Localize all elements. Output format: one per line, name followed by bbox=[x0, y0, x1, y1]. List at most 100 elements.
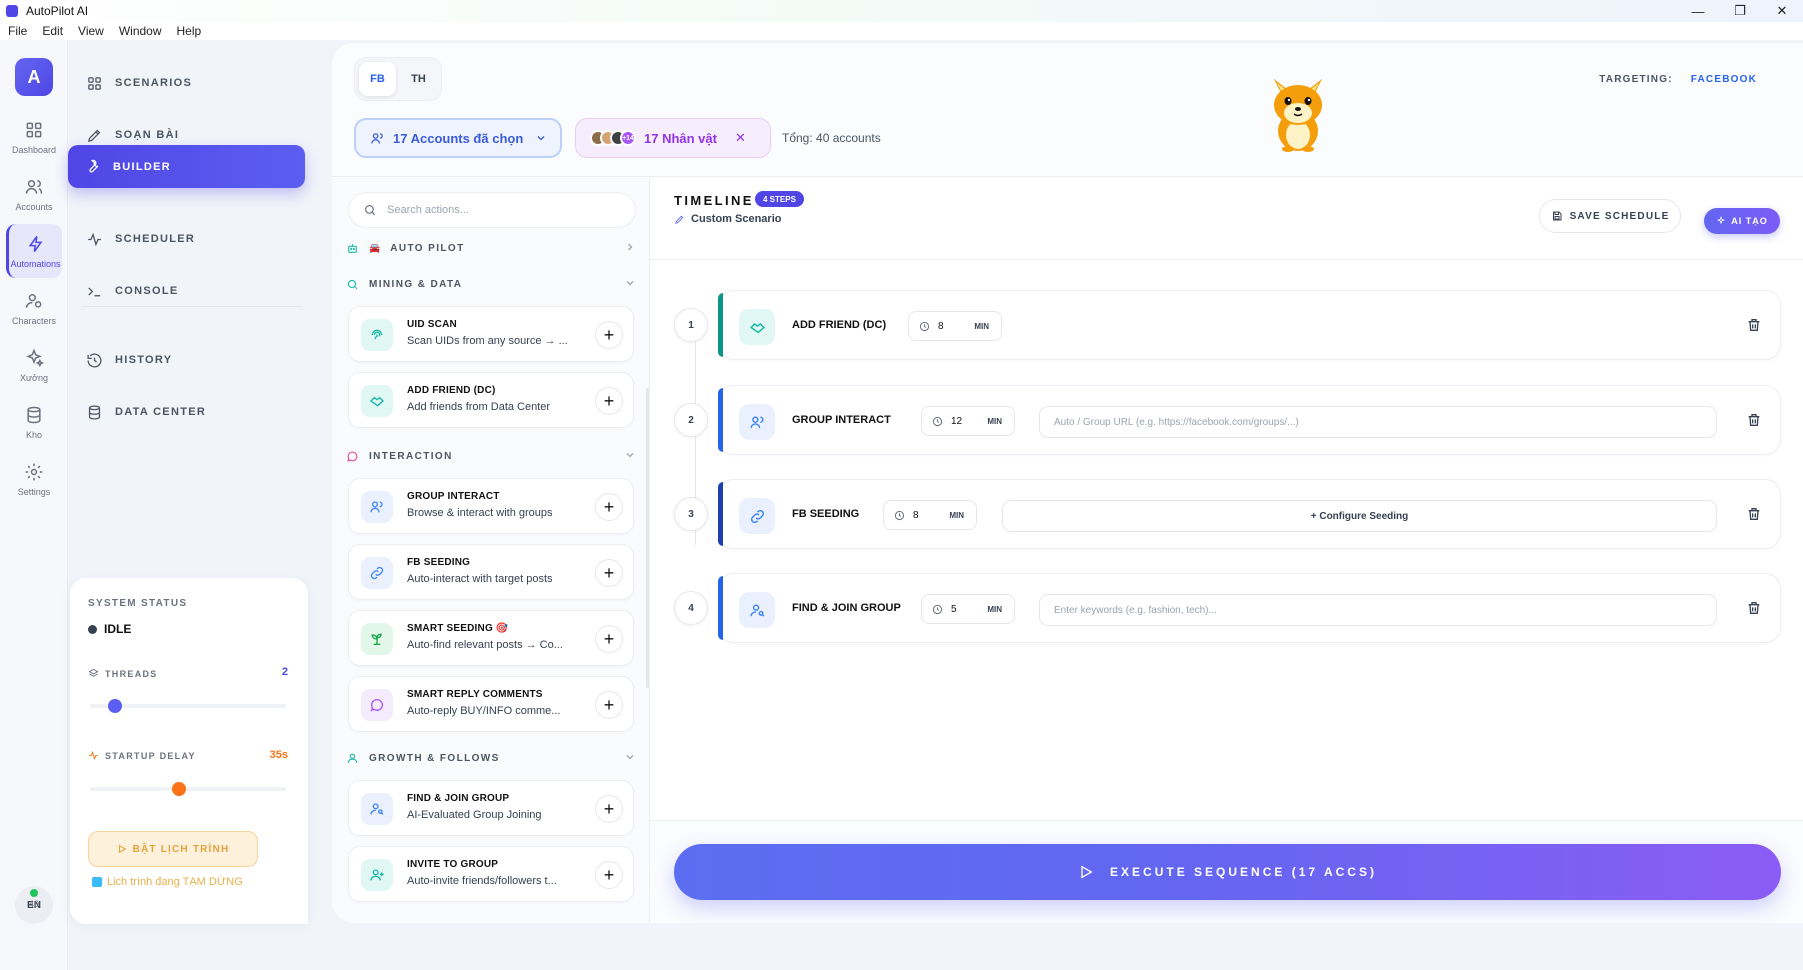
card-title: INVITE TO GROUP bbox=[407, 859, 499, 870]
nav-item-builder[interactable]: BUILDER bbox=[68, 145, 305, 188]
nav-item-data-center[interactable]: DATA CENTER bbox=[70, 391, 307, 433]
timeline-step-find-join-group[interactable]: FIND & JOIN GROUP 5 MIN Enter keywords (… bbox=[718, 573, 1781, 643]
step-number: 4 bbox=[674, 591, 708, 625]
database-icon bbox=[88, 404, 101, 420]
close-button[interactable]: ✕ bbox=[1761, 0, 1803, 22]
add-action-button[interactable]: + bbox=[595, 691, 623, 719]
menu-help[interactable]: Help bbox=[177, 24, 202, 38]
enable-schedule-button[interactable]: BẬT LỊCH TRÌNH bbox=[88, 831, 258, 867]
trash-icon[interactable] bbox=[1746, 317, 1762, 333]
duration-input[interactable]: 8 MIN bbox=[883, 500, 977, 530]
rail-item-dashboard[interactable]: Dashboard bbox=[6, 110, 62, 164]
action-card-fb-seeding[interactable]: FB SEEDING Auto-interact with target pos… bbox=[348, 544, 634, 600]
tab-fb[interactable]: FB bbox=[359, 62, 396, 96]
startup-delay-slider[interactable] bbox=[90, 782, 286, 796]
rail-item-accounts[interactable]: Accounts bbox=[6, 167, 62, 221]
rail-label: Accounts bbox=[15, 201, 53, 212]
clock-icon bbox=[894, 510, 905, 520]
trash-icon[interactable] bbox=[1746, 412, 1762, 428]
add-action-button[interactable]: + bbox=[595, 861, 623, 889]
characters-chip[interactable]: +14 17 Nhân vật ✕ bbox=[575, 118, 771, 158]
card-desc: Auto-find relevant posts → Co... bbox=[407, 639, 563, 651]
add-action-button[interactable]: + bbox=[595, 493, 623, 521]
targeting: TARGETING: FACEBOOK bbox=[1599, 74, 1757, 85]
timeline-step-add-friend[interactable]: ADD FRIEND (DC) 8 MIN bbox=[718, 290, 1781, 360]
nav-item-scenarios[interactable]: SCENARIOS bbox=[70, 62, 307, 104]
category-auto-pilot[interactable]: 🚘 AUTO PILOT bbox=[346, 238, 636, 258]
action-card-invite-to-group[interactable]: INVITE TO GROUP Auto-invite friends/foll… bbox=[348, 846, 634, 902]
card-icon bbox=[361, 491, 393, 523]
main-panel: FB TH 17 Accounts đã chọn +14 17 Nhân vậ… bbox=[332, 43, 1803, 923]
duration-input[interactable]: 5 MIN bbox=[921, 594, 1015, 624]
avatar[interactable]: A bbox=[15, 58, 53, 96]
add-action-button[interactable]: + bbox=[595, 625, 623, 653]
rail-item-settings[interactable]: Settings bbox=[6, 452, 62, 506]
category-mining-data[interactable]: MINING & DATA bbox=[346, 274, 636, 294]
execute-sequence-button[interactable]: EXECUTE SEQUENCE (17 ACCS) bbox=[674, 844, 1781, 900]
action-card-smart-reply[interactable]: SMART REPLY COMMENTS Auto-reply BUY/INFO… bbox=[348, 676, 634, 732]
keywords-input[interactable]: Enter keywords (e.g. fashion, tech)... bbox=[1039, 594, 1717, 626]
menu-edit[interactable]: Edit bbox=[42, 24, 63, 38]
add-action-button[interactable]: + bbox=[595, 795, 623, 823]
group-url-input[interactable]: Auto / Group URL (e.g. https://facebook.… bbox=[1039, 406, 1717, 438]
menu-view[interactable]: View bbox=[78, 24, 104, 38]
rail-item-kho[interactable]: Kho bbox=[6, 395, 62, 449]
minimize-button[interactable]: — bbox=[1677, 0, 1719, 22]
rail-label: Settings bbox=[17, 486, 51, 497]
action-card-add-friend[interactable]: ADD FRIEND (DC) Add friends from Data Ce… bbox=[348, 372, 634, 428]
add-action-button[interactable]: + bbox=[595, 321, 623, 349]
rail-item-xuong[interactable]: Xưởng bbox=[6, 338, 62, 392]
chevron-down-icon bbox=[626, 453, 634, 458]
menu-file[interactable]: File bbox=[8, 24, 27, 38]
duration-input[interactable]: 8 MIN bbox=[908, 311, 1002, 341]
accounts-selector[interactable]: 17 Accounts đã chọn bbox=[354, 118, 562, 158]
search-placeholder: Search actions... bbox=[387, 204, 469, 216]
trash-icon[interactable] bbox=[1746, 600, 1762, 616]
rail-item-automations[interactable]: Automations bbox=[6, 224, 62, 278]
schedule-note: Lịch trình đang TẠM DỪNG bbox=[92, 876, 243, 888]
card-desc: AI-Evaluated Group Joining bbox=[407, 809, 542, 821]
rail-item-characters[interactable]: Characters bbox=[6, 281, 62, 335]
gear-icon bbox=[25, 463, 43, 480]
category-label: AUTO PILOT bbox=[390, 242, 465, 254]
user-search-icon bbox=[370, 803, 384, 815]
tab-th[interactable]: TH bbox=[400, 62, 437, 96]
nav-item-history[interactable]: HISTORY bbox=[70, 339, 307, 381]
card-desc: Auto-reply BUY/INFO comme... bbox=[407, 705, 561, 717]
library-scrollbar[interactable] bbox=[646, 388, 649, 688]
threads-slider-handle[interactable] bbox=[108, 699, 123, 713]
configure-seeding-button[interactable]: + Configure Seeding bbox=[1002, 500, 1717, 532]
search-actions-input[interactable]: Search actions... bbox=[348, 192, 636, 228]
card-title: FIND & JOIN GROUP bbox=[407, 793, 510, 804]
rail-label: Xưởng bbox=[20, 372, 48, 383]
system-status-title: SYSTEM STATUS bbox=[88, 598, 188, 609]
step-accent bbox=[718, 576, 723, 640]
add-action-button[interactable]: + bbox=[595, 559, 623, 587]
nav-label: BUILDER bbox=[113, 160, 171, 173]
step-title: ADD FRIEND (DC) bbox=[792, 319, 887, 331]
duration-input[interactable]: 12 MIN bbox=[921, 406, 1015, 436]
save-schedule-button[interactable]: SAVE SCHEDULE bbox=[1539, 199, 1681, 233]
timeline-step-fb-seeding[interactable]: FB SEEDING 8 MIN + Configure Seeding bbox=[718, 479, 1781, 549]
rail-label: Kho bbox=[25, 429, 42, 440]
step-icon bbox=[739, 498, 775, 534]
trash-icon[interactable] bbox=[1746, 506, 1762, 522]
startup-delay-slider-handle[interactable] bbox=[171, 782, 186, 796]
action-card-group-interact[interactable]: GROUP INTERACT Browse & interact with gr… bbox=[348, 478, 634, 534]
nav-item-scheduler[interactable]: SCHEDULER bbox=[70, 218, 307, 260]
ai-create-button[interactable]: AI TẠO bbox=[1704, 208, 1780, 234]
action-card-find-join-group[interactable]: FIND & JOIN GROUP AI-Evaluated Group Joi… bbox=[348, 780, 634, 836]
remove-characters-button[interactable]: ✕ bbox=[735, 130, 746, 146]
category-growth-follows[interactable]: GROWTH & FOLLOWS bbox=[346, 748, 636, 768]
chevron-down-icon bbox=[626, 281, 634, 286]
category-label: GROWTH & FOLLOWS bbox=[369, 752, 500, 764]
category-interaction[interactable]: INTERACTION bbox=[346, 446, 636, 466]
action-card-uid-scan[interactable]: UID SCAN Scan UIDs from any source → ...… bbox=[348, 306, 634, 362]
action-card-smart-seeding[interactable]: SMART SEEDING 🎯 Auto-find relevant posts… bbox=[348, 610, 634, 666]
add-action-button[interactable]: + bbox=[595, 387, 623, 415]
menu-window[interactable]: Window bbox=[119, 24, 162, 38]
threads-slider[interactable] bbox=[90, 699, 286, 713]
handshake-icon bbox=[369, 396, 384, 407]
maximize-button[interactable]: ❐ bbox=[1719, 0, 1761, 22]
timeline-step-group-interact[interactable]: GROUP INTERACT 12 MIN Auto / Group URL (… bbox=[718, 385, 1781, 455]
